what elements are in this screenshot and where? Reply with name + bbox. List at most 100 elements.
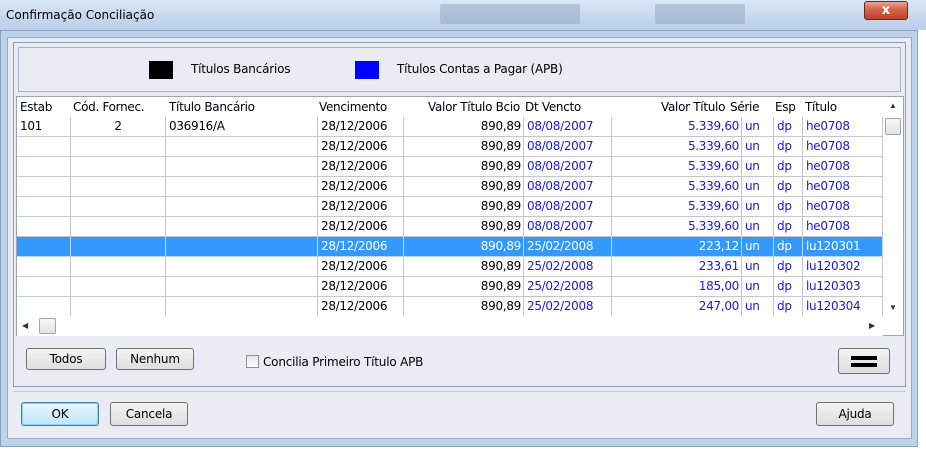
table-cell-titulo-bancario (166, 217, 318, 237)
table-cell-serie: un (742, 237, 774, 257)
table-row[interactable]: 28/12/2006 890,89 08/08/2007 5.339,60 un dp he… (17, 137, 883, 157)
table-cell-vencimento: 28/12/2006 (318, 157, 404, 177)
column-header[interactable]: Valor Título Bcio (428, 100, 520, 114)
column-header[interactable]: Série (730, 100, 759, 114)
table-row[interactable]: 28/12/2006 890,89 25/02/2008 223,12 un dp lu12… (17, 237, 883, 257)
concilia-first-title-checkbox[interactable] (246, 355, 259, 368)
table-cell-vencimento: 28/12/2006 (318, 257, 404, 277)
table-cell-esp: dp (774, 237, 803, 257)
table-cell-estab: 101 (17, 117, 71, 137)
table-cell-estab (17, 297, 71, 317)
scroll-up-icon[interactable]: ▲ (889, 101, 897, 110)
table-cell-fornec (71, 157, 166, 177)
table-cell-esp: dp (774, 297, 803, 317)
table-cell-titulo-bancario (166, 197, 318, 217)
table-cell-serie: un (742, 217, 774, 237)
column-header[interactable]: Esp (775, 100, 796, 114)
table-row[interactable]: 28/12/2006 890,89 25/02/2008 185,00 un dp lu12… (17, 277, 883, 297)
table-cell-valor-titulo: 5.339,60 (612, 157, 742, 177)
scroll-down-icon[interactable]: ▼ (889, 303, 897, 312)
table-row[interactable]: 28/12/2006 890,89 08/08/2007 5.339,60 un dp he… (17, 197, 883, 217)
table-cell-titulo: lu120303 (803, 277, 883, 297)
column-header[interactable]: Vencimento (319, 100, 387, 114)
apb-titles-swatch (355, 61, 379, 79)
table-cell-dt-vencto: 25/02/2008 (524, 257, 612, 277)
table-row[interactable]: 28/12/2006 890,89 08/08/2007 5.339,60 un dp he… (17, 217, 883, 237)
table-cell-valor-titulo: 223,12 (612, 237, 742, 257)
table-cell-valor-bcio: 890,89 (404, 197, 524, 217)
table-cell-fornec (71, 217, 166, 237)
select-all-button[interactable]: Todos (26, 348, 106, 370)
column-header[interactable]: Valor Título (661, 100, 725, 114)
bank-titles-legend-label: Títulos Bancários (191, 62, 291, 76)
table-row[interactable]: 28/12/2006 890,89 25/02/2008 247,00 un dp lu12… (17, 297, 883, 317)
table-cell-estab (17, 217, 71, 237)
table-cell-titulo: lu120302 (803, 257, 883, 277)
table-cell-titulo: he0708 (803, 117, 883, 137)
vertical-scrollbar[interactable]: ▲ ▼ (883, 97, 903, 316)
table-row[interactable]: 101 2 036916/A 28/12/2006 890,89 08/08/2007 5.… (17, 117, 883, 137)
horizontal-scrollbar[interactable]: ◀ ▶ (17, 316, 883, 336)
table-cell-titulo: he0708 (803, 197, 883, 217)
scroll-left-icon[interactable]: ◀ (22, 321, 28, 330)
concilia-first-title-label: Concilia Primeiro Título APB (263, 355, 424, 369)
table-cell-dt-vencto: 08/08/2007 (524, 137, 612, 157)
vertical-scroll-thumb[interactable] (885, 118, 901, 135)
table-cell-titulo: he0708 (803, 177, 883, 197)
cancel-button[interactable]: Cancela (110, 402, 188, 426)
column-header[interactable]: Título (805, 100, 837, 114)
table-cell-dt-vencto: 08/08/2007 (524, 117, 612, 137)
table-row[interactable]: 28/12/2006 890,89 08/08/2007 5.339,60 un dp he… (17, 177, 883, 197)
help-button[interactable]: Ajuda (816, 402, 894, 426)
background-window-ghost (655, 4, 745, 24)
table-cell-fornec (71, 237, 166, 257)
table-cell-dt-vencto: 08/08/2007 (524, 177, 612, 197)
table-cell-estab (17, 257, 71, 277)
table-cell-fornec (71, 297, 166, 317)
table-row[interactable]: 28/12/2006 890,89 25/02/2008 233,61 un dp lu12… (17, 257, 883, 277)
ok-button[interactable]: OK (21, 402, 99, 426)
table-cell-titulo-bancario (166, 157, 318, 177)
table-row[interactable]: 28/12/2006 890,89 08/08/2007 5.339,60 un dp he… (17, 157, 883, 177)
grid-header: Estab Cód. Fornec. Título Bancário Vencimen… (17, 97, 883, 117)
table-cell-valor-titulo: 5.339,60 (612, 137, 742, 157)
column-header[interactable]: Estab (20, 100, 52, 114)
horizontal-scroll-thumb[interactable] (39, 318, 56, 334)
table-cell-serie: un (742, 277, 774, 297)
close-button[interactable]: x (864, 1, 908, 20)
window-title: Confirmação Conciliação (6, 8, 155, 22)
table-cell-serie: un (742, 117, 774, 137)
table-cell-estab (17, 157, 71, 177)
table-cell-esp: dp (774, 137, 803, 157)
select-none-button[interactable]: Nenhum (116, 348, 194, 370)
table-cell-vencimento: 28/12/2006 (318, 137, 404, 157)
table-cell-valor-bcio: 890,89 (404, 177, 524, 197)
column-header[interactable]: Dt Vencto (525, 100, 581, 114)
table-cell-fornec (71, 257, 166, 277)
table-cell-titulo-bancario (166, 277, 318, 297)
table-cell-estab (17, 237, 71, 257)
table-cell-titulo: he0708 (803, 157, 883, 177)
table-cell-vencimento: 28/12/2006 (318, 117, 404, 137)
table-cell-titulo-bancario: 036916/A (166, 117, 318, 137)
reconciliation-grid[interactable]: Estab Cód. Fornec. Título Bancário Vencimen… (16, 96, 904, 336)
table-cell-valor-titulo: 233,61 (612, 257, 742, 277)
table-cell-valor-bcio: 890,89 (404, 117, 524, 137)
table-cell-fornec (71, 277, 166, 297)
table-cell-vencimento: 28/12/2006 (318, 237, 404, 257)
scroll-right-icon[interactable]: ▶ (869, 321, 875, 330)
table-cell-esp: dp (774, 197, 803, 217)
options-menu-button[interactable] (838, 348, 890, 374)
apb-titles-legend-label: Títulos Contas a Pagar (APB) (397, 62, 563, 76)
column-header[interactable]: Cód. Fornec. (73, 100, 145, 114)
table-cell-vencimento: 28/12/2006 (318, 277, 404, 297)
table-cell-estab (17, 197, 71, 217)
column-header[interactable]: Título Bancário (169, 100, 255, 114)
table-cell-valor-bcio: 890,89 (404, 297, 524, 317)
table-cell-titulo-bancario (166, 257, 318, 277)
table-cell-valor-bcio: 890,89 (404, 237, 524, 257)
table-cell-vencimento: 28/12/2006 (318, 197, 404, 217)
menu-bar-icon (851, 363, 877, 367)
table-cell-titulo-bancario (166, 177, 318, 197)
table-cell-valor-bcio: 890,89 (404, 217, 524, 237)
